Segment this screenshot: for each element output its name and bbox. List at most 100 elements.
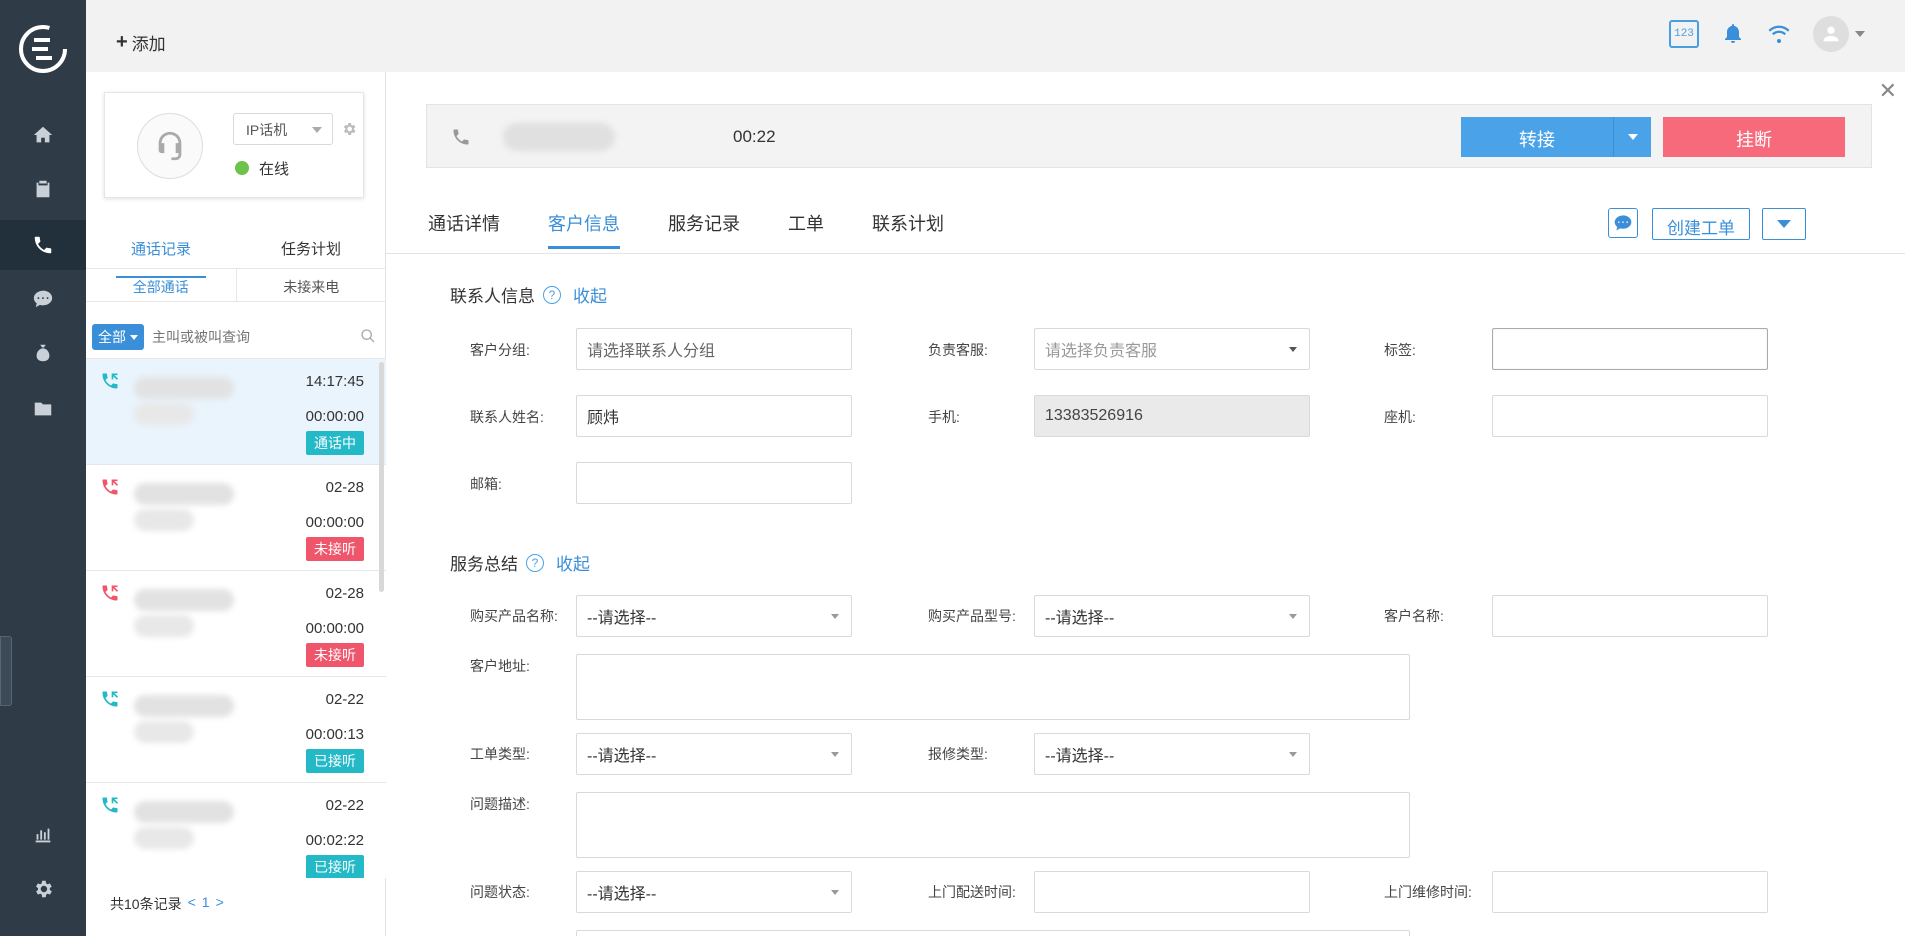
list-item[interactable]: 02-28 00:00:00 未接听 (86, 571, 386, 677)
tab-all-calls[interactable]: 全部通话 (86, 269, 236, 301)
transfer-dropdown[interactable] (1613, 117, 1651, 157)
customer-name-field[interactable] (1492, 595, 1768, 637)
bar-chart-icon[interactable] (26, 818, 60, 852)
group-label: 客户分组: (470, 342, 530, 358)
repair-time-label: 上门维修时间: (1384, 884, 1472, 900)
tab-tickets[interactable]: 工单 (788, 210, 824, 246)
call-timer: 00:22 (733, 127, 776, 146)
call-time: 02-28 (325, 479, 364, 496)
tab-service-records[interactable]: 服务记录 (668, 210, 740, 246)
address-textarea[interactable] (576, 654, 1410, 720)
status-badge: 已接听 (306, 749, 364, 773)
tag-input[interactable] (1492, 328, 1768, 370)
redacted-number (134, 589, 234, 611)
tab-call-details[interactable]: 通话详情 (428, 210, 500, 246)
side-drawer-handle[interactable] (0, 636, 12, 706)
product-name-label: 购买产品名称: (470, 608, 558, 624)
status-badge: 通话中 (306, 431, 364, 455)
status-badge: 未接听 (306, 643, 364, 667)
list-item[interactable]: 02-22 00:00:13 已接听 (86, 677, 386, 783)
phone-incoming-icon (100, 795, 120, 818)
close-icon[interactable]: ✕ (1879, 78, 1897, 104)
search-icon[interactable] (360, 328, 376, 347)
tab-contact-plan[interactable]: 联系计划 (872, 210, 944, 246)
group-select[interactable]: 请选择联系人分组 (576, 328, 852, 370)
repair-type-label: 报修类型: (928, 746, 988, 762)
chevron-down-icon (130, 334, 138, 340)
prev-page-button[interactable]: < (188, 894, 196, 914)
search-scope-dropdown[interactable]: 全部 (92, 324, 144, 350)
call-time: 14:17:45 (305, 373, 364, 390)
problem-desc-textarea[interactable] (576, 792, 1410, 858)
transfer-button[interactable]: 转接 (1461, 117, 1651, 157)
hangup-button[interactable]: 挂断 (1663, 117, 1845, 157)
phone-type-select[interactable]: IP话机 (233, 113, 333, 145)
next-page-button[interactable]: > (216, 894, 224, 914)
chevron-down-icon (312, 127, 322, 133)
chevron-down-icon (1289, 614, 1297, 619)
settings-gear-icon[interactable] (26, 872, 60, 906)
product-model-select[interactable]: --请选择-- (1034, 595, 1310, 637)
call-list-scrollbar[interactable] (379, 362, 384, 592)
ticket-type-select[interactable]: --请选择-- (576, 733, 852, 775)
repair-type-select[interactable]: --请选择-- (1034, 733, 1310, 775)
help-icon[interactable]: ? (543, 285, 561, 304)
list-item[interactable]: 02-22 00:02:22 已接听 (86, 783, 386, 878)
agent-label: 负责客服: (928, 342, 988, 358)
tab-missed-calls[interactable]: 未接来电 (235, 269, 387, 301)
bell-icon[interactable] (1721, 21, 1745, 48)
redacted-number (134, 801, 234, 823)
search-input[interactable] (152, 329, 332, 345)
app: + 添加 123 IP话机 在线 通话记录 任务计划 全部通话 未接来电 全部 … (0, 0, 1905, 936)
collapse-contact-link[interactable]: 收起 (573, 282, 607, 307)
list-item[interactable]: 14:17:45 00:00:00 通话中 (86, 359, 386, 465)
problem-status-select[interactable]: --请选择-- (576, 871, 852, 913)
home-icon[interactable] (26, 118, 60, 152)
chat-icon[interactable] (26, 282, 60, 316)
create-ticket-button[interactable]: 创建工单 (1652, 208, 1750, 240)
collapse-service-link[interactable]: 收起 (556, 550, 590, 575)
delivery-time-field[interactable] (1034, 871, 1310, 913)
status-badge: 未接听 (306, 537, 364, 561)
landline-field[interactable] (1492, 395, 1768, 437)
next-field-partial[interactable] (576, 930, 1410, 936)
phone-incoming-icon (100, 689, 120, 712)
user-avatar-icon (1813, 16, 1849, 52)
more-actions-dropdown[interactable] (1762, 208, 1806, 240)
redacted-number (134, 377, 234, 399)
call-panel: IP话机 在线 通话记录 任务计划 全部通话 未接来电 全部 主叫或被叫查询 1… (86, 72, 386, 936)
chevron-down-icon (1627, 134, 1638, 140)
gear-icon[interactable] (341, 121, 357, 140)
contact-name-field[interactable]: 顾炜 (576, 395, 852, 437)
pagination: 共10条记录 < 1 > (110, 894, 224, 914)
money-bag-icon[interactable] (26, 336, 60, 370)
chevron-down-icon (831, 614, 839, 619)
add-button-label: 添加 (131, 35, 166, 54)
tab-customer-info[interactable]: 客户信息 (548, 210, 620, 249)
product-name-select[interactable]: --请选择-- (576, 595, 852, 637)
add-button[interactable]: + 添加 (116, 30, 166, 55)
page-number[interactable]: 1 (202, 894, 210, 914)
clipboard-icon[interactable] (26, 172, 60, 206)
mobile-label: 手机: (928, 409, 960, 425)
help-icon[interactable]: ? (526, 553, 544, 572)
address-label: 客户地址: (470, 658, 530, 674)
user-menu[interactable] (1813, 16, 1865, 52)
agent-status[interactable]: 在线 (259, 158, 289, 179)
folder-icon[interactable] (26, 392, 60, 426)
contact-section-title: 联系人信息 (450, 287, 535, 306)
phone-nav-icon[interactable] (0, 220, 86, 270)
phone-type-value: IP话机 (246, 122, 288, 138)
product-name-value: --请选择-- (587, 610, 657, 627)
wifi-icon[interactable] (1767, 21, 1791, 48)
call-duration: 00:00:00 (305, 514, 364, 531)
repair-time-field[interactable] (1492, 871, 1768, 913)
chevron-down-icon (1855, 31, 1865, 37)
keypad-icon[interactable]: 123 (1669, 20, 1699, 48)
redacted-name (134, 615, 194, 637)
agent-select[interactable]: 请选择负责客服 (1034, 328, 1310, 370)
product-model-label: 购买产品型号: (928, 608, 1016, 624)
email-field[interactable] (576, 462, 852, 504)
list-item[interactable]: 02-28 00:00:00 未接听 (86, 465, 386, 571)
chat-bubble-icon[interactable] (1608, 208, 1638, 238)
